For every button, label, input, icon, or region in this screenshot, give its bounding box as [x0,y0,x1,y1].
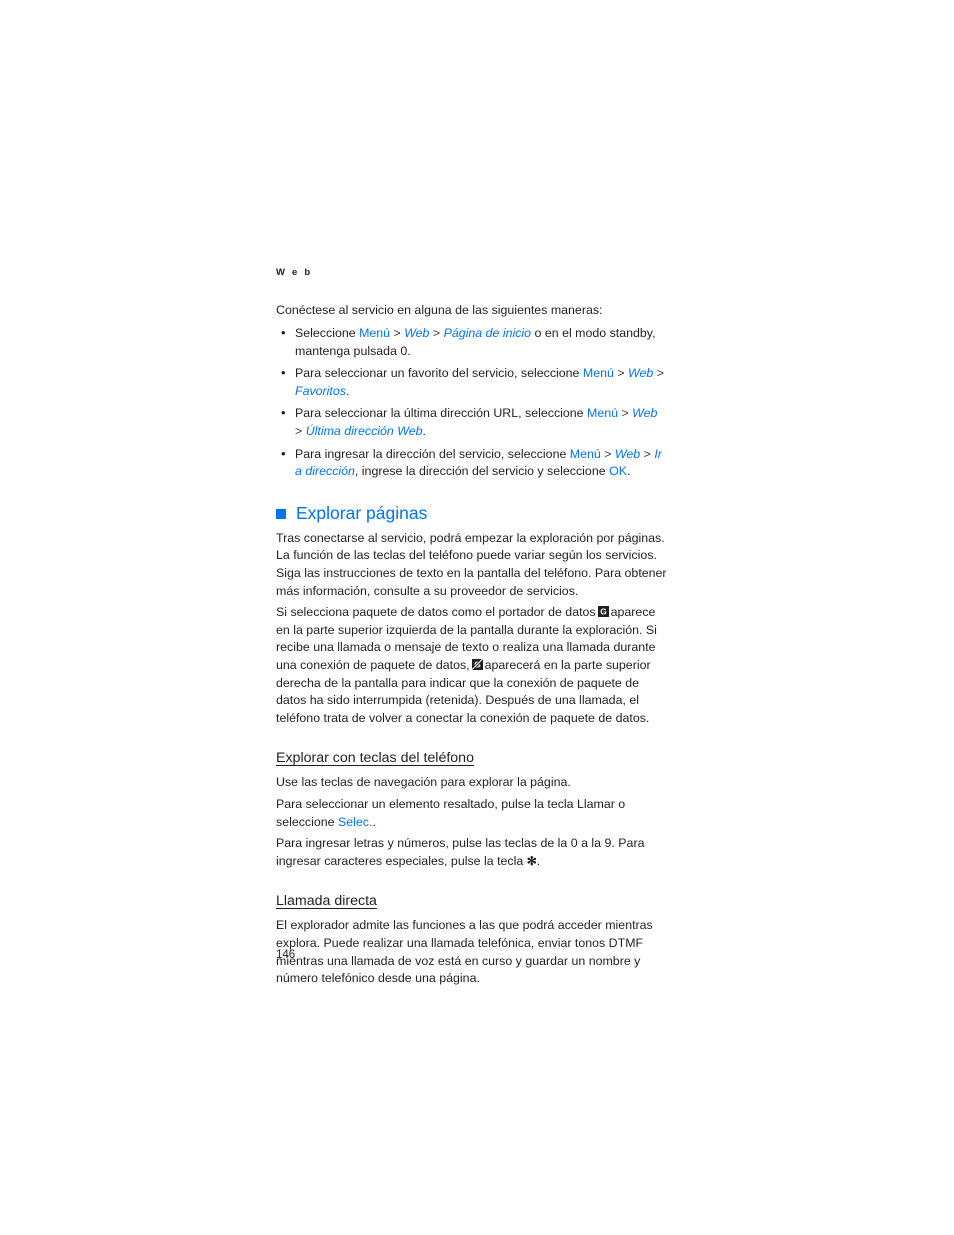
list-item: Para seleccionar la última dirección URL… [276,404,668,440]
bullet-text: Para seleccionar la última dirección URL… [295,406,588,421]
list-item: Para seleccionar un favorito del servici… [276,364,668,400]
para-text-b: . [536,853,541,868]
menu-path-item: Página de inicio [443,326,532,341]
menu-path-item: Menú [359,326,391,341]
subsection-heading-explorar-teclas: Explorar con teclas del teléfono [276,750,474,767]
menu-path-item: Web [632,406,658,421]
explorar-teclas-paragraph-2: Para seleccionar un elemento resaltado, … [276,796,668,831]
path-separator: > [640,446,655,461]
menu-path-item: Menú [582,366,614,381]
explorar-teclas-paragraph-3: Para ingresar letras y números, pulse la… [276,835,668,870]
menu-path-item: Favoritos [295,383,346,398]
path-separator: > [618,406,633,421]
bullet-text: . [345,383,350,398]
para2-text-a: Si selecciona paquete de datos como el p… [276,605,596,620]
menu-path-item: Web [614,446,641,461]
bullet-text: Seleccione [295,326,360,341]
connection-methods-list: Seleccione Menú > Web > Página de inicio… [276,324,668,481]
path-separator: > [653,366,664,381]
llamada-directa-paragraph-1: El explorador admite las funciones a las… [276,918,653,986]
para-text-b: . [372,814,376,829]
asterisk-key-icon: ✻ [526,853,537,868]
list-item: Seleccione Menú > Web > Página de inicio… [276,324,668,360]
para-text-a: Para ingresar letras y números, pulse la… [276,836,645,868]
path-separator: > [600,446,615,461]
bullet-text: . [626,464,631,479]
bullet-text: , ingrese la dirección del servicio y se… [354,464,610,479]
explorar-paginas-paragraph-2: Si selecciona paquete de datos como el p… [276,604,668,727]
explorar-teclas-paragraph-1: Use las teclas de navegación para explor… [276,775,571,790]
subsection-heading-llamada-directa: Llamada directa [276,893,377,910]
gprs-indicator-icon: G [597,606,609,618]
menu-path-item: Menú [587,406,619,421]
menu-path-item: Web [404,326,430,341]
page-content: W e b Conéctese al servicio en alguna de… [276,268,668,992]
bullet-text: Para ingresar la dirección del servicio,… [295,446,570,461]
para-text-a: Para seleccionar un elemento resaltado, … [276,796,626,829]
explorar-paginas-paragraph-1: Tras conectarse al servicio, podrá empez… [276,530,667,598]
selec-softkey-label: Selec. [338,814,373,829]
bullet-text: Para seleccionar un favorito del servici… [295,366,583,381]
path-separator: > [429,326,444,341]
menu-path-item: OK [609,464,627,479]
bullet-text: . [422,424,426,439]
blue-square-icon [276,508,286,519]
path-separator: > [390,326,405,341]
intro-lead: Conéctese al servicio en alguna de las s… [276,302,603,317]
gprs-suspended-icon: G [471,659,483,670]
menu-path-item: Menú [569,446,601,461]
page-number: 146 [276,949,296,961]
menu-path-item: Última dirección Web [305,424,423,439]
menu-path-item: Web [628,366,654,381]
svg-text:G: G [600,607,607,617]
section-heading-label: Explorar páginas [296,502,428,523]
path-separator: > [295,424,306,439]
running-head: W e b [276,267,313,278]
section-heading-explorar-paginas: Explorar páginas [276,503,668,523]
list-item: Para ingresar la dirección del servicio,… [276,445,668,481]
path-separator: > [613,366,629,381]
